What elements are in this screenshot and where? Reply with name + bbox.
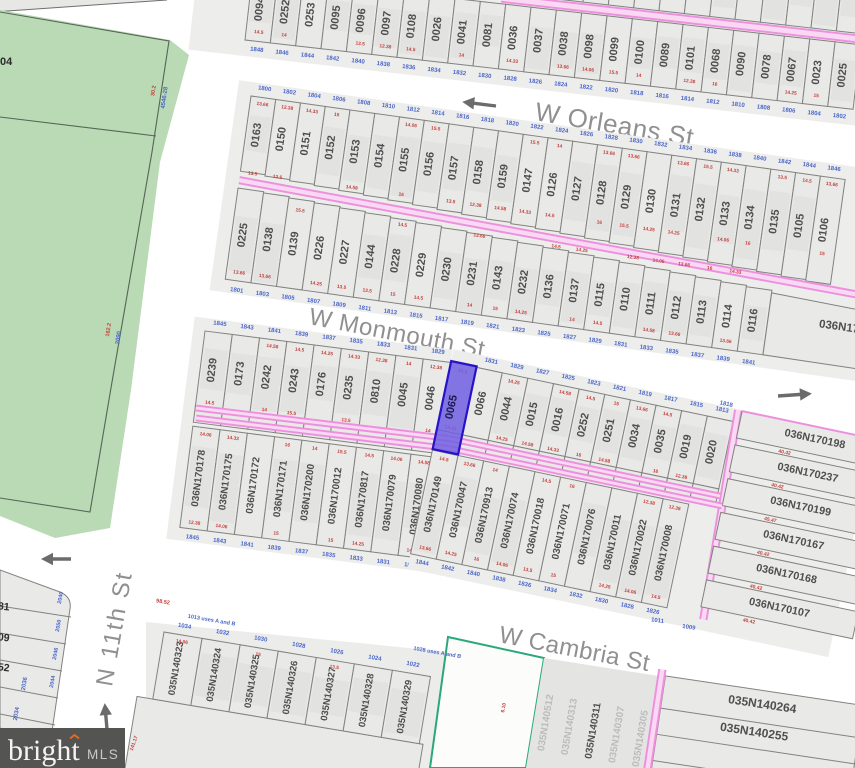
svg-text:14: 14 [458, 52, 464, 59]
svg-text:04: 04 [0, 56, 13, 68]
svg-text:14: 14 [636, 73, 642, 80]
svg-text:14.5: 14.5 [254, 29, 264, 36]
svg-text:15.5: 15.5 [337, 449, 347, 456]
svg-text:14.5: 14.5 [406, 46, 416, 53]
svg-text:14: 14 [281, 32, 287, 39]
svg-text:14.5: 14.5 [295, 347, 305, 354]
svg-text:15: 15 [813, 93, 819, 100]
svg-text:bright: bright [8, 734, 80, 767]
svg-text:14.5: 14.5 [205, 400, 215, 407]
svg-text:0052: 0052 [0, 660, 10, 674]
svg-text:0381: 0381 [0, 599, 10, 613]
svg-text:MLS: MLS [87, 747, 119, 762]
svg-text:15.5: 15.5 [608, 69, 618, 76]
svg-text:14.5: 14.5 [364, 452, 374, 459]
svg-text:0109: 0109 [0, 630, 10, 644]
svg-text:13.5: 13.5 [355, 41, 365, 48]
svg-text:16: 16 [712, 81, 718, 88]
